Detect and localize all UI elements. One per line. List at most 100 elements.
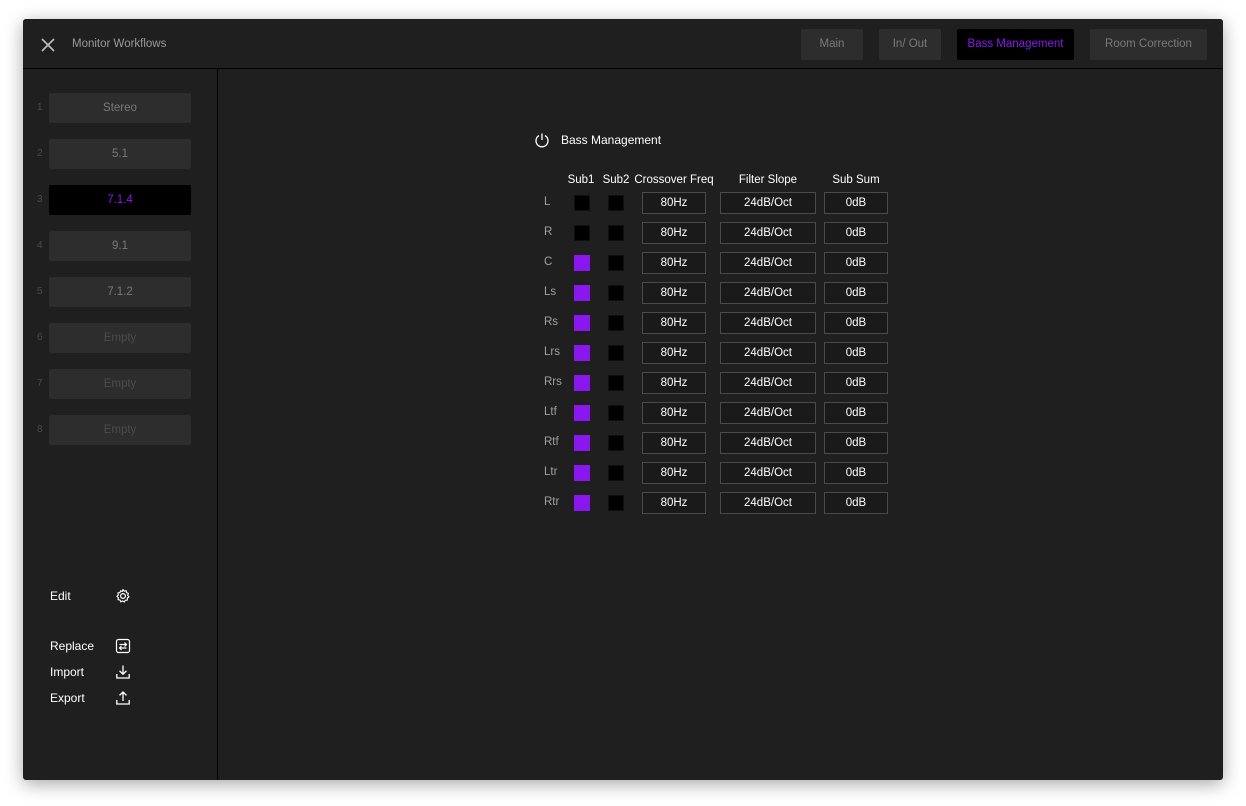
- tab-main[interactable]: Main: [801, 29, 863, 60]
- sub2-checkbox[interactable]: [608, 405, 624, 421]
- crossover-freq-field[interactable]: 80Hz: [642, 462, 706, 484]
- sub2-checkbox[interactable]: [608, 195, 624, 211]
- window-title: Monitor Workflows: [72, 38, 167, 50]
- filter-slope-field[interactable]: 24dB/Oct: [720, 192, 816, 214]
- filter-slope-field[interactable]: 24dB/Oct: [720, 492, 816, 514]
- sub1-checkbox[interactable]: [574, 495, 590, 511]
- replace-icon[interactable]: [115, 638, 131, 654]
- sub1-checkbox[interactable]: [574, 465, 590, 481]
- channel-label: Lrs: [544, 346, 560, 358]
- close-icon[interactable]: [40, 37, 56, 53]
- channel-label: C: [544, 256, 553, 268]
- sub1-checkbox[interactable]: [574, 255, 590, 271]
- sub2-checkbox[interactable]: [608, 345, 624, 361]
- channel-row: Ls 80Hz 24dB/Oct 0dB: [23, 282, 1223, 304]
- sub2-checkbox[interactable]: [608, 465, 624, 481]
- import-button[interactable]: Import: [50, 665, 84, 679]
- tab-in-out[interactable]: In/ Out: [879, 29, 941, 60]
- sub2-checkbox[interactable]: [608, 495, 624, 511]
- sub-sum-field[interactable]: 0dB: [824, 492, 888, 514]
- preset-number: 1: [37, 102, 43, 113]
- sub-sum-field[interactable]: 0dB: [824, 192, 888, 214]
- sub1-checkbox[interactable]: [574, 405, 590, 421]
- import-icon[interactable]: [115, 664, 131, 680]
- header-sub1: Sub1: [567, 174, 595, 186]
- sub1-checkbox[interactable]: [574, 375, 590, 391]
- sub2-checkbox[interactable]: [608, 435, 624, 451]
- sub2-checkbox[interactable]: [608, 225, 624, 241]
- monitor-workflows-window: Monitor Workflows Main In/ Out Bass Mana…: [23, 19, 1223, 780]
- channel-label: R: [544, 226, 553, 238]
- sub1-checkbox[interactable]: [574, 285, 590, 301]
- channel-row: L 80Hz 24dB/Oct 0dB: [23, 192, 1223, 214]
- filter-slope-field[interactable]: 24dB/Oct: [720, 402, 816, 424]
- sub-sum-field[interactable]: 0dB: [824, 222, 888, 244]
- edit-button[interactable]: Edit: [50, 589, 71, 603]
- sub-sum-field[interactable]: 0dB: [824, 282, 888, 304]
- filter-slope-field[interactable]: 24dB/Oct: [720, 342, 816, 364]
- sub1-checkbox[interactable]: [574, 345, 590, 361]
- filter-slope-field[interactable]: 24dB/Oct: [720, 252, 816, 274]
- sub-sum-field[interactable]: 0dB: [824, 462, 888, 484]
- sub2-checkbox[interactable]: [608, 255, 624, 271]
- sub2-checkbox[interactable]: [608, 285, 624, 301]
- title-bar: Monitor Workflows Main In/ Out Bass Mana…: [23, 19, 1223, 69]
- preset-button[interactable]: Stereo: [49, 93, 191, 123]
- header-crossover-freq: Crossover Freq: [634, 174, 714, 186]
- crossover-freq-field[interactable]: 80Hz: [642, 192, 706, 214]
- preset-number: 2: [37, 148, 43, 159]
- preset-row: 1 Stereo: [23, 93, 217, 123]
- header-sub-sum: Sub Sum: [832, 174, 880, 186]
- sub1-checkbox[interactable]: [574, 195, 590, 211]
- sub1-checkbox[interactable]: [574, 315, 590, 331]
- crossover-freq-field[interactable]: 80Hz: [642, 342, 706, 364]
- tab-room-correction[interactable]: Room Correction: [1090, 29, 1207, 60]
- sub-sum-field[interactable]: 0dB: [824, 372, 888, 394]
- preset-button[interactable]: 5.1: [49, 139, 191, 169]
- sub2-checkbox[interactable]: [608, 375, 624, 391]
- channel-row: Rtf 80Hz 24dB/Oct 0dB: [23, 432, 1223, 454]
- crossover-freq-field[interactable]: 80Hz: [642, 372, 706, 394]
- channel-row: Rtr 80Hz 24dB/Oct 0dB: [23, 492, 1223, 514]
- filter-slope-field[interactable]: 24dB/Oct: [720, 282, 816, 304]
- crossover-freq-field[interactable]: 80Hz: [642, 222, 706, 244]
- sub-sum-field[interactable]: 0dB: [824, 402, 888, 424]
- tab-bass-management[interactable]: Bass Management: [957, 29, 1074, 60]
- filter-slope-field[interactable]: 24dB/Oct: [720, 462, 816, 484]
- channel-label: Rrs: [544, 376, 562, 388]
- sub-sum-field[interactable]: 0dB: [824, 252, 888, 274]
- channel-row: Ltf 80Hz 24dB/Oct 0dB: [23, 402, 1223, 424]
- sub1-checkbox[interactable]: [574, 225, 590, 241]
- filter-slope-field[interactable]: 24dB/Oct: [720, 372, 816, 394]
- channel-label: Rtr: [544, 496, 560, 508]
- sub2-checkbox[interactable]: [608, 315, 624, 331]
- power-icon[interactable]: [534, 132, 550, 148]
- export-icon[interactable]: [115, 690, 131, 706]
- crossover-freq-field[interactable]: 80Hz: [642, 432, 706, 454]
- channel-label: Ltr: [544, 466, 558, 478]
- crossover-freq-field[interactable]: 80Hz: [642, 282, 706, 304]
- channel-label: Rtf: [544, 436, 559, 448]
- sub1-checkbox[interactable]: [574, 435, 590, 451]
- crossover-freq-field[interactable]: 80Hz: [642, 252, 706, 274]
- filter-slope-field[interactable]: 24dB/Oct: [720, 312, 816, 334]
- sub-sum-field[interactable]: 0dB: [824, 432, 888, 454]
- filter-slope-field[interactable]: 24dB/Oct: [720, 432, 816, 454]
- gear-icon[interactable]: [115, 588, 131, 604]
- sidebar: 1 Stereo 2 5.1 3 7.1.4 4 9.1 5 7.1.2 6 Empty 7 Empty 8…: [23, 69, 218, 780]
- channel-row: Lrs 80Hz 24dB/Oct 0dB: [23, 342, 1223, 364]
- channel-row: C 80Hz 24dB/Oct 0dB: [23, 252, 1223, 274]
- preset-row: 2 5.1: [23, 139, 217, 169]
- channel-label: L: [544, 196, 551, 208]
- crossover-freq-field[interactable]: 80Hz: [642, 492, 706, 514]
- filter-slope-field[interactable]: 24dB/Oct: [720, 222, 816, 244]
- crossover-freq-field[interactable]: 80Hz: [642, 402, 706, 424]
- sub-sum-field[interactable]: 0dB: [824, 312, 888, 334]
- crossover-freq-field[interactable]: 80Hz: [642, 312, 706, 334]
- export-button[interactable]: Export: [50, 691, 85, 705]
- channel-row: Ltr 80Hz 24dB/Oct 0dB: [23, 462, 1223, 484]
- header-filter-slope: Filter Slope: [738, 174, 798, 186]
- sub-sum-field[interactable]: 0dB: [824, 342, 888, 364]
- replace-button[interactable]: Replace: [50, 639, 94, 653]
- channel-row: Rs 80Hz 24dB/Oct 0dB: [23, 312, 1223, 334]
